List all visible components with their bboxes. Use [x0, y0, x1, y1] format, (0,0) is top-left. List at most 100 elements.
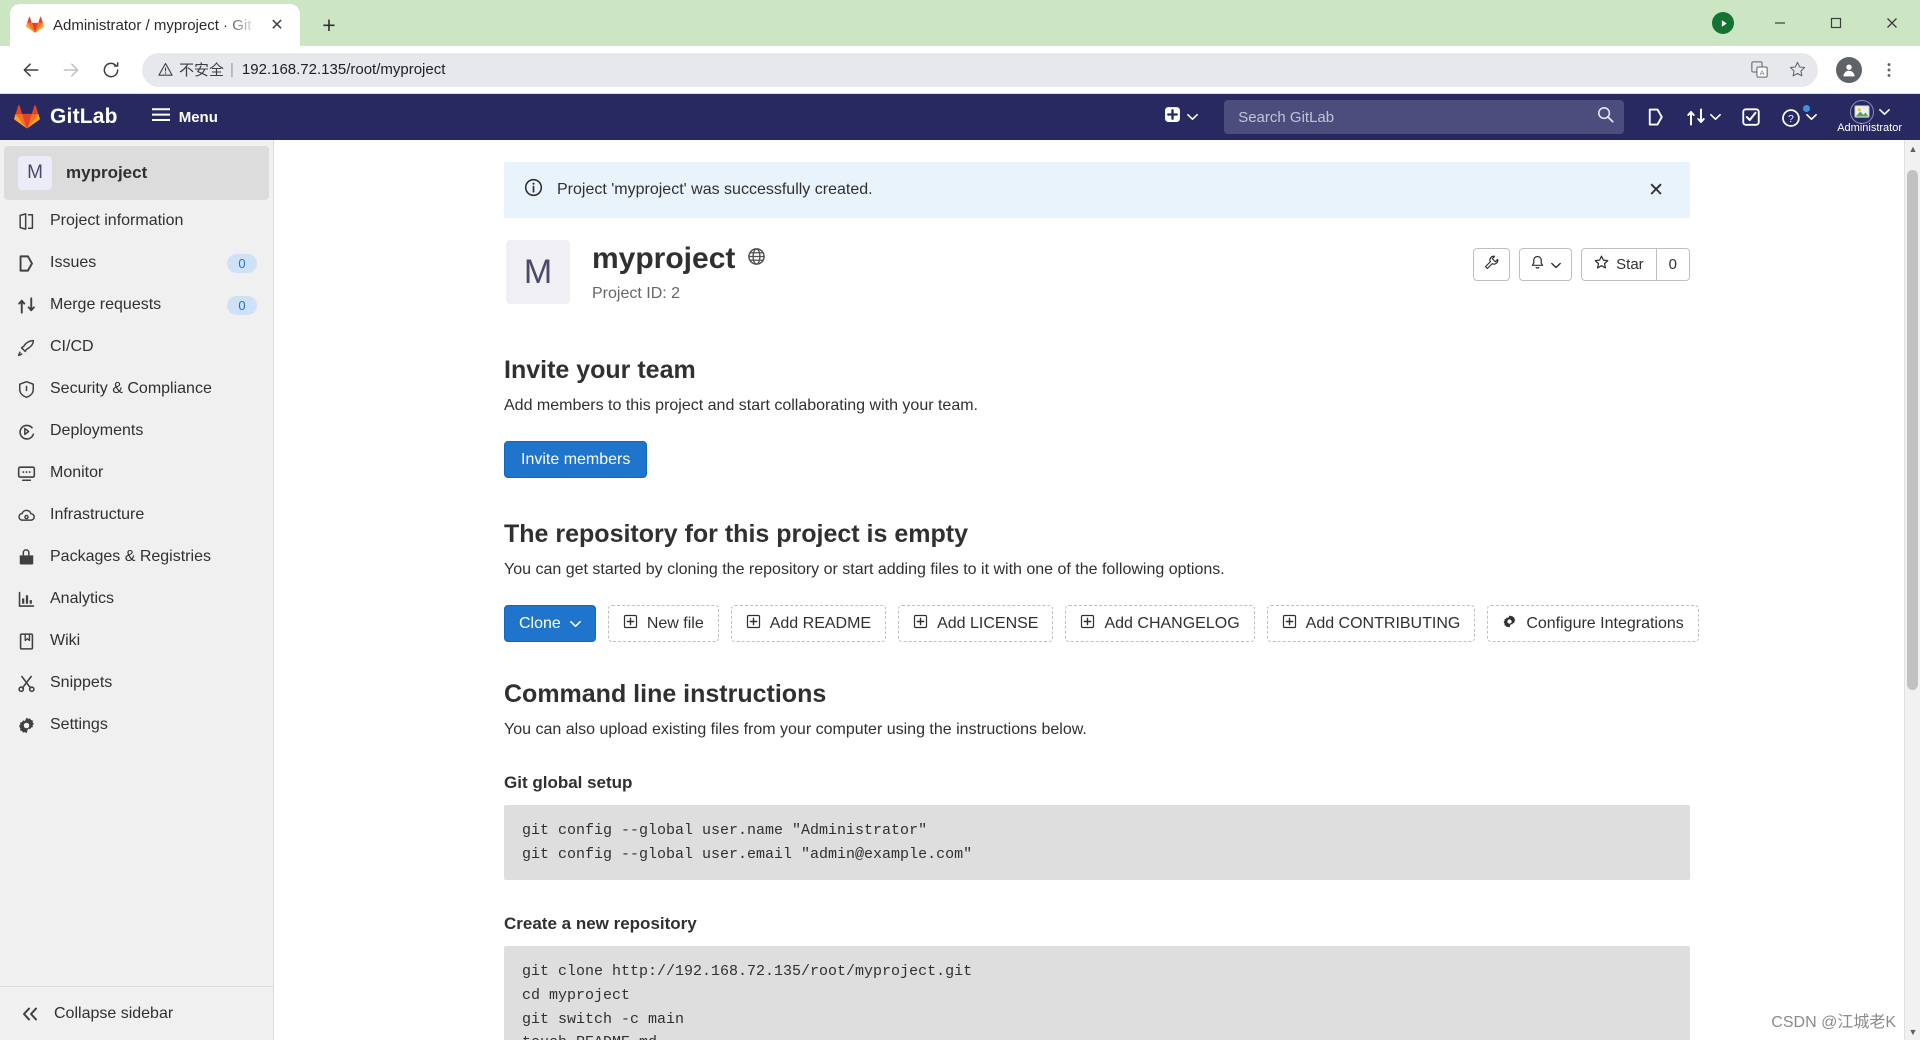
- scroll-down-icon[interactable]: ▼: [1905, 1023, 1920, 1040]
- clone-button[interactable]: Clone: [504, 605, 596, 642]
- search-icon[interactable]: [1597, 106, 1614, 128]
- add-file-icon: [1282, 614, 1297, 634]
- maximize-window-button[interactable]: [1808, 0, 1864, 46]
- navbar-user-menu[interactable]: Administrator: [1827, 94, 1912, 140]
- insecure-warning[interactable]: 不安全 |: [158, 59, 234, 80]
- invite-heading: Invite your team: [504, 356, 696, 384]
- minimize-window-button[interactable]: [1752, 0, 1808, 46]
- navbar-help-button[interactable]: ?: [1771, 94, 1827, 140]
- address-bar[interactable]: 不安全 | 192.168.72.135/root/myproject A: [142, 52, 1818, 87]
- star-button-label: Star: [1616, 256, 1644, 273]
- chrome-menu-icon[interactable]: [1872, 53, 1906, 87]
- scroll-up-icon[interactable]: ▲: [1905, 140, 1920, 157]
- chevron-down-icon: [1710, 108, 1722, 126]
- question-circle-icon: ?: [1782, 108, 1800, 127]
- add-license-button[interactable]: Add LICENSE: [898, 605, 1054, 642]
- success-alert: Project 'myproject' was successfully cre…: [504, 162, 1690, 218]
- omnibox-separator: |: [230, 61, 234, 78]
- scrollbar-thumb[interactable]: [1907, 170, 1918, 690]
- merge-requests-count-badge: 0: [227, 295, 257, 315]
- sidebar-item-ci-cd[interactable]: CI/CD: [0, 326, 273, 368]
- new-dropdown-button[interactable]: [1158, 101, 1204, 133]
- star-button[interactable]: Star 0: [1581, 248, 1690, 281]
- issues-icon: [16, 253, 36, 273]
- add-readme-button[interactable]: Add README: [730, 605, 887, 642]
- project-header: M myproject Project ID: 2 Star 0: [504, 218, 1690, 314]
- sidebar-item-wiki[interactable]: Wiki: [0, 620, 273, 662]
- browser-tab[interactable]: Administrator / myproject · Git ✕: [10, 4, 300, 46]
- bookmark-star-icon[interactable]: [1782, 55, 1812, 85]
- close-tab-icon[interactable]: ✕: [266, 14, 288, 36]
- search-input[interactable]: [1238, 108, 1598, 126]
- global-search-box[interactable]: [1224, 100, 1625, 134]
- issues-icon: [1649, 108, 1663, 126]
- insecure-warning-label: 不安全: [179, 62, 225, 79]
- sidebar-item-infrastructure[interactable]: Infrastructure: [0, 494, 273, 536]
- sidebar-item-security-compliance[interactable]: Security & Compliance: [0, 368, 273, 410]
- sidebar-item-analytics[interactable]: Analytics: [0, 578, 273, 620]
- gear-icon: [1502, 614, 1517, 634]
- invite-members-button[interactable]: Invite members: [504, 441, 648, 478]
- repo-action-label: Add CONTRIBUTING: [1305, 614, 1461, 632]
- chrome-profile-icon[interactable]: [1832, 53, 1866, 87]
- back-icon[interactable]: [14, 53, 48, 87]
- close-alert-icon[interactable]: ✕: [1642, 179, 1670, 202]
- repo-empty-heading: The repository for this project is empty: [504, 520, 968, 548]
- sidebar-item-label: CI/CD: [50, 338, 94, 355]
- project-settings-button[interactable]: [1473, 248, 1511, 281]
- page-scrollbar[interactable]: ▲ ▼: [1904, 140, 1920, 1040]
- navbar-todos-button[interactable]: [1731, 94, 1771, 140]
- sidebar-item-packages-registries[interactable]: Packages & Registries: [0, 536, 273, 578]
- project-content: M myproject Project ID: 2 Star 0 Invite …: [504, 218, 1699, 1040]
- notifications-button[interactable]: [1519, 248, 1573, 281]
- gitlab-home-link[interactable]: GitLab: [14, 104, 118, 130]
- info-circle-icon: [524, 178, 543, 202]
- new-file-button[interactable]: New file: [607, 605, 719, 642]
- translate-icon[interactable]: A: [1744, 55, 1774, 85]
- add-file-icon: [1080, 614, 1095, 634]
- sidebar-item-merge-requests[interactable]: Merge requests 0: [0, 284, 273, 326]
- star-icon: [1594, 255, 1609, 274]
- main-menu-button[interactable]: Menu: [144, 102, 226, 132]
- sidebar-item-label: Analytics: [50, 590, 115, 607]
- navbar-issues-button[interactable]: [1636, 94, 1676, 140]
- repo-action-label: Add README: [769, 614, 872, 632]
- git-global-setup-code[interactable]: git config --global user.name "Administr…: [504, 805, 1690, 881]
- star-count[interactable]: 0: [1655, 249, 1689, 280]
- sidebar-item-label: Infrastructure: [50, 506, 145, 523]
- plus-square-icon: [1164, 106, 1181, 128]
- configure-integrations-button[interactable]: Configure Integrations: [1487, 605, 1699, 642]
- todo-checkbox-icon: [1742, 108, 1760, 126]
- repo-action-label: New file: [646, 614, 704, 632]
- navbar-merge-requests-button[interactable]: [1676, 94, 1731, 140]
- add-contributing-button[interactable]: Add CONTRIBUTING: [1266, 605, 1476, 642]
- warning-triangle-icon: [158, 62, 173, 76]
- collapse-sidebar-button[interactable]: Collapse sidebar: [0, 986, 273, 1040]
- book-icon: [16, 631, 36, 651]
- reload-icon[interactable]: [94, 53, 128, 87]
- page-title: myproject: [592, 242, 736, 275]
- bell-icon: [1530, 255, 1545, 274]
- sidebar-item-project-information[interactable]: Project information: [0, 200, 273, 242]
- watermark-text: CSDN @江城老K: [1771, 1014, 1896, 1031]
- browser-tab-title: Administrator / myproject · Git: [53, 16, 252, 34]
- close-window-button[interactable]: [1864, 0, 1920, 46]
- alert-message: Project 'myproject' was successfully cre…: [557, 181, 873, 198]
- new-tab-button[interactable]: +: [312, 8, 346, 42]
- svg-text:?: ?: [1788, 113, 1794, 125]
- sidebar-project-link[interactable]: M myproject: [4, 146, 269, 200]
- url-text: 192.168.72.135/root/myproject: [241, 61, 446, 78]
- forward-icon[interactable]: [54, 53, 88, 87]
- sidebar-item-snippets[interactable]: Snippets: [0, 662, 273, 704]
- sidebar-item-deployments[interactable]: Deployments: [0, 410, 273, 452]
- gitlab-fox-logo-icon: [14, 104, 40, 130]
- merge-request-icon: [1687, 108, 1705, 126]
- add-changelog-button[interactable]: Add CHANGELOG: [1065, 605, 1255, 642]
- recording-indicator-icon: [1712, 12, 1734, 34]
- star-button-main[interactable]: Star: [1582, 249, 1656, 280]
- sidebar-item-monitor[interactable]: Monitor: [0, 452, 273, 494]
- project-title-row: myproject: [592, 242, 1451, 276]
- create-new-repository-code[interactable]: git clone http://192.168.72.135/root/myp…: [504, 946, 1690, 1040]
- sidebar-item-issues[interactable]: Issues 0: [0, 242, 273, 284]
- sidebar-item-settings[interactable]: Settings: [0, 704, 273, 746]
